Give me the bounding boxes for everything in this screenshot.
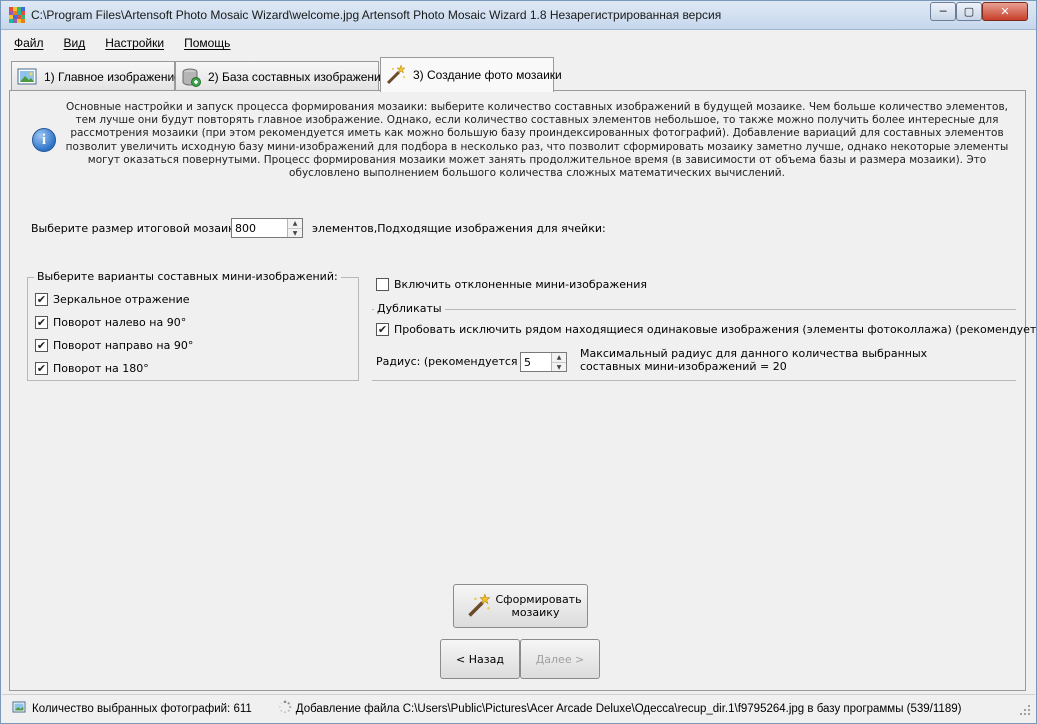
info-description: Основные настройки и запуск процесса фор…	[65, 101, 1009, 180]
spin-down-icon[interactable]: ▼	[552, 362, 566, 371]
mosaic-size-label: Выберите размер итоговой мозаики:	[31, 222, 246, 235]
status-bar: Количество выбранных фотографий: 611 Доб…	[2, 694, 1035, 722]
spin-up-icon[interactable]: ▲	[288, 219, 302, 228]
mosaic-size-suffix: элементов,Подходящие изображения для яче…	[312, 222, 606, 235]
app-icon	[9, 7, 25, 23]
rotate-right-checkbox[interactable]: ✔	[35, 339, 48, 352]
variants-group-title: Выберите варианты составных мини-изображ…	[34, 270, 341, 283]
loading-spinner-icon	[278, 700, 292, 717]
avoid-duplicates-checkbox[interactable]: ✔	[376, 323, 389, 336]
rotate-left-checkbox[interactable]: ✔	[35, 316, 48, 329]
rotate-left-label: Поворот налево на 90°	[53, 316, 187, 329]
database-icon	[180, 66, 202, 88]
magic-wand-icon	[467, 593, 490, 617]
window-title: C:\Program Files\Artensoft Photo Mosaic …	[31, 8, 722, 22]
generate-mosaic-label: Сформировать мозаику	[495, 593, 582, 619]
max-radius-text: Максимальный радиус для данного количест…	[580, 347, 928, 373]
generate-mosaic-button[interactable]: Сформировать мозаику	[453, 584, 588, 628]
tab-main-image[interactable]: 1) Главное изображение	[11, 61, 181, 91]
menu-bar: Файл Вид Настройки Помощь	[2, 31, 1035, 55]
menu-settings[interactable]: Настройки	[105, 36, 164, 50]
avoid-duplicates-label: Пробовать исключить рядом находящиеся од…	[394, 323, 1037, 336]
menu-file[interactable]: Файл	[14, 36, 44, 50]
include-rejected-checkbox[interactable]	[376, 278, 389, 291]
spin-up-icon[interactable]: ▲	[552, 353, 566, 362]
tab-label: 2) База составных изображений	[208, 69, 388, 84]
status-progress-text: Добавление файла C:\Users\Public\Picture…	[295, 702, 962, 715]
resize-grip-icon[interactable]	[1019, 704, 1031, 719]
minimize-button[interactable]: ─	[930, 2, 956, 21]
close-button[interactable]: ✕	[982, 2, 1028, 21]
rotate-180-label: Поворот на 180°	[53, 362, 149, 375]
image-icon	[16, 66, 38, 88]
rotate-180-checkbox[interactable]: ✔	[35, 362, 48, 375]
mosaic-size-spinner[interactable]: 800 ▲ ▼	[231, 218, 303, 238]
app-window: C:\Program Files\Artensoft Photo Mosaic …	[0, 0, 1037, 724]
radius-spinner[interactable]: 5 ▲ ▼	[520, 352, 567, 372]
rotate-right-label: Поворот направо на 90°	[53, 339, 194, 352]
tab-create-mosaic[interactable]: 3) Создание фото мозаики	[380, 57, 562, 92]
menu-help[interactable]: Помощь	[184, 36, 230, 50]
back-button[interactable]: < Назад	[440, 639, 520, 679]
radius-label: Радиус: (рекомендуется 4)	[376, 355, 533, 368]
photos-icon	[12, 700, 26, 717]
tab-label: 1) Главное изображение	[44, 69, 181, 84]
duplicates-group-title: Дубликаты	[374, 302, 445, 315]
magic-wand-icon	[385, 64, 407, 86]
info-icon: i	[32, 128, 56, 152]
mosaic-settings-panel: i Основные настройки и запуск процесса ф…	[9, 90, 1037, 691]
selected-photos-count: Количество выбранных фотографий: 611	[32, 702, 252, 715]
next-button[interactable]: Далее >	[520, 639, 600, 679]
mirror-label: Зеркальное отражение	[53, 293, 190, 306]
include-rejected-label: Включить отклоненные мини-изображения	[394, 278, 647, 291]
mirror-checkbox[interactable]: ✔	[35, 293, 48, 306]
radius-value: 5	[524, 356, 531, 369]
title-bar: C:\Program Files\Artensoft Photo Mosaic …	[1, 1, 1036, 30]
maximize-button[interactable]: ▢	[956, 2, 982, 21]
tab-label: 3) Создание фото мозаики	[413, 68, 562, 82]
mosaic-size-value: 800	[235, 222, 256, 235]
menu-view[interactable]: Вид	[64, 36, 86, 50]
spin-down-icon[interactable]: ▼	[288, 228, 302, 237]
tab-image-database[interactable]: 2) База составных изображений	[175, 61, 387, 91]
